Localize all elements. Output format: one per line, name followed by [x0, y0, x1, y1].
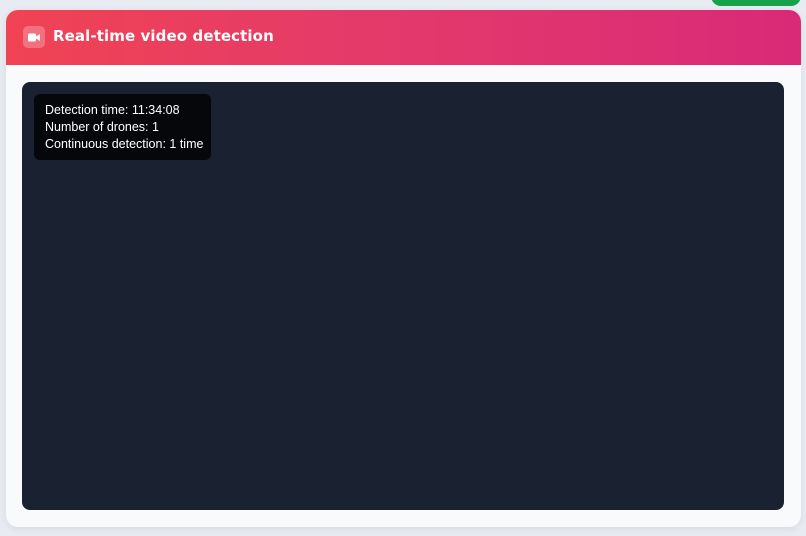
video-feed[interactable]: Detection time: 11:34:08 Number of drone… [22, 82, 784, 510]
continuous-detection-label: Continuous detection: 1 time [45, 137, 204, 151]
video-detection-card: Real-time video detection Detection time… [6, 10, 801, 527]
card-header: Real-time video detection [6, 10, 801, 65]
detection-time-label: Detection time: 11:34:08 [45, 103, 180, 117]
drone-count-label: Number of drones: 1 [45, 120, 159, 134]
card-title: Real-time video detection [53, 27, 274, 45]
top-action-button[interactable] [711, 0, 801, 6]
video-camera-icon [23, 26, 45, 48]
detection-info-overlay: Detection time: 11:34:08 Number of drone… [34, 94, 211, 160]
